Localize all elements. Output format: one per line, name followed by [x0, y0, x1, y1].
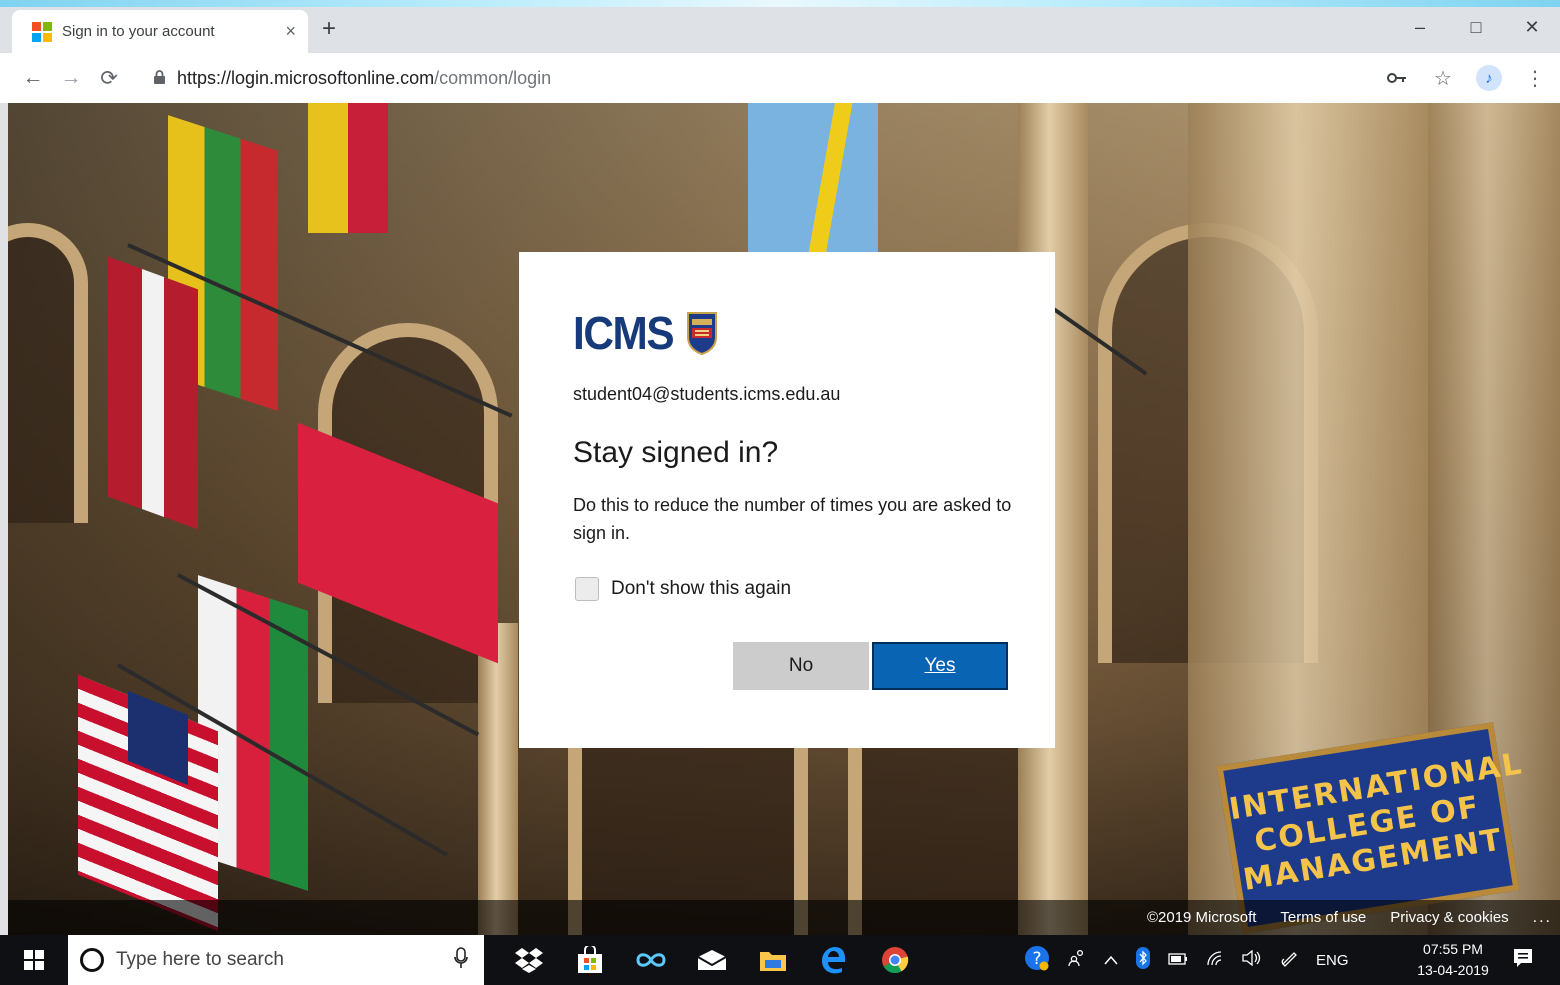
tab-strip: Sign in to your account × + – □ ✕	[0, 7, 1560, 53]
lock-icon	[154, 69, 165, 87]
background-column	[478, 623, 518, 935]
mail-icon[interactable]	[681, 935, 742, 985]
terms-of-use-link[interactable]: Terms of use	[1280, 909, 1366, 926]
pen-icon[interactable]	[1280, 949, 1298, 971]
language-indicator[interactable]: ENG	[1316, 952, 1349, 969]
url-host: https://login.microsoftonline.com	[177, 67, 435, 88]
background-arch	[8, 223, 88, 523]
notifications-icon[interactable]	[1510, 948, 1536, 972]
crest-icon	[687, 312, 717, 355]
dialog-description: Do this to reduce the number of times yo…	[573, 495, 1012, 543]
people-icon[interactable]	[1068, 949, 1086, 971]
volume-icon[interactable]	[1242, 949, 1262, 970]
file-explorer-icon[interactable]	[742, 935, 803, 985]
chrome-icon[interactable]	[864, 935, 925, 985]
microphone-icon[interactable]	[454, 946, 468, 974]
edge-icon[interactable]	[803, 935, 864, 985]
new-tab-button[interactable]: +	[322, 17, 336, 41]
profile-icon[interactable]: ♪	[1474, 61, 1504, 95]
more-options-button[interactable]: ...	[1533, 909, 1552, 927]
brand-text: ICMS	[573, 307, 675, 359]
minimize-button[interactable]: –	[1392, 7, 1448, 47]
infinity-icon[interactable]	[620, 935, 681, 985]
chevron-up-icon[interactable]	[1104, 952, 1118, 969]
url-path: /common/login	[434, 67, 552, 88]
window-controls: – □ ✕	[1392, 7, 1560, 47]
wifi-icon[interactable]	[1206, 950, 1224, 970]
copyright-text: ©2019 Microsoft	[1146, 909, 1257, 926]
profile-avatar: ♪	[1476, 65, 1502, 91]
flag-latvia	[108, 256, 198, 530]
menu-icon[interactable]: ⋮	[1520, 61, 1550, 95]
clock-time: 07:55 PM	[1423, 941, 1483, 957]
browser-toolbar: ← → ⟳ https://login.microsoftonline.com/…	[0, 53, 1560, 103]
dont-show-again-row[interactable]: Don't show this again	[573, 577, 1003, 601]
windows-logo-icon	[24, 950, 44, 970]
flag-yellow-red	[308, 103, 388, 233]
cortana-icon	[80, 948, 104, 972]
decorative-top-strip	[0, 0, 1560, 7]
browser-tab[interactable]: Sign in to your account ×	[12, 10, 308, 53]
toolbar-actions: ☆ ♪ ⋮	[1382, 61, 1550, 95]
store-icon[interactable]	[559, 935, 620, 985]
yes-button[interactable]: Yes	[872, 642, 1008, 690]
start-button[interactable]	[0, 935, 68, 985]
clock-date: 13-04-2019	[1417, 962, 1489, 978]
bluetooth-icon[interactable]	[1136, 947, 1150, 973]
windows-taskbar: Type here to search ? ENG 07:55 PM 13-04…	[0, 935, 1560, 985]
close-window-button[interactable]: ✕	[1504, 7, 1560, 47]
brand-logo: ICMS	[573, 308, 1003, 358]
url-text: https://login.microsoftonline.com/common…	[177, 68, 551, 89]
taskbar-search-box[interactable]: Type here to search	[68, 935, 484, 985]
dont-show-again-checkbox[interactable]	[575, 577, 599, 601]
back-button[interactable]: ←	[14, 59, 52, 97]
stay-signed-in-dialog: ICMS student04@students.icms.edu.au Stay…	[519, 252, 1055, 748]
privacy-cookies-link[interactable]: Privacy & cookies	[1390, 909, 1508, 926]
key-icon[interactable]	[1382, 61, 1412, 95]
taskbar-search-placeholder: Type here to search	[116, 949, 284, 970]
tab-title: Sign in to your account	[62, 23, 215, 40]
address-bar[interactable]: https://login.microsoftonline.com/common…	[142, 59, 1394, 97]
maximize-button[interactable]: □	[1448, 7, 1504, 47]
dialog-buttons: No Yes	[733, 642, 1008, 690]
flag-light-blue	[748, 103, 878, 263]
system-tray: ? ENG	[1024, 935, 1349, 985]
page-footer: ©2019 Microsoft Terms of use Privacy & c…	[8, 900, 1560, 935]
account-identity: student04@students.icms.edu.au	[573, 384, 841, 404]
system-clock[interactable]: 07:55 PM 13-04-2019	[1408, 939, 1498, 981]
dropbox-icon[interactable]	[498, 935, 559, 985]
no-button[interactable]: No	[733, 642, 869, 690]
tab-close-icon[interactable]: ×	[285, 21, 296, 42]
help-icon[interactable]: ?	[1024, 945, 1050, 975]
battery-icon[interactable]	[1168, 952, 1188, 969]
microsoft-logo-icon	[32, 21, 52, 42]
star-icon[interactable]: ☆	[1428, 61, 1458, 95]
forward-button[interactable]: →	[52, 59, 90, 97]
dont-show-again-label: Don't show this again	[611, 578, 792, 599]
taskbar-apps	[498, 935, 925, 985]
dialog-heading: Stay signed in?	[573, 436, 779, 469]
reload-button[interactable]: ⟳	[90, 59, 128, 97]
